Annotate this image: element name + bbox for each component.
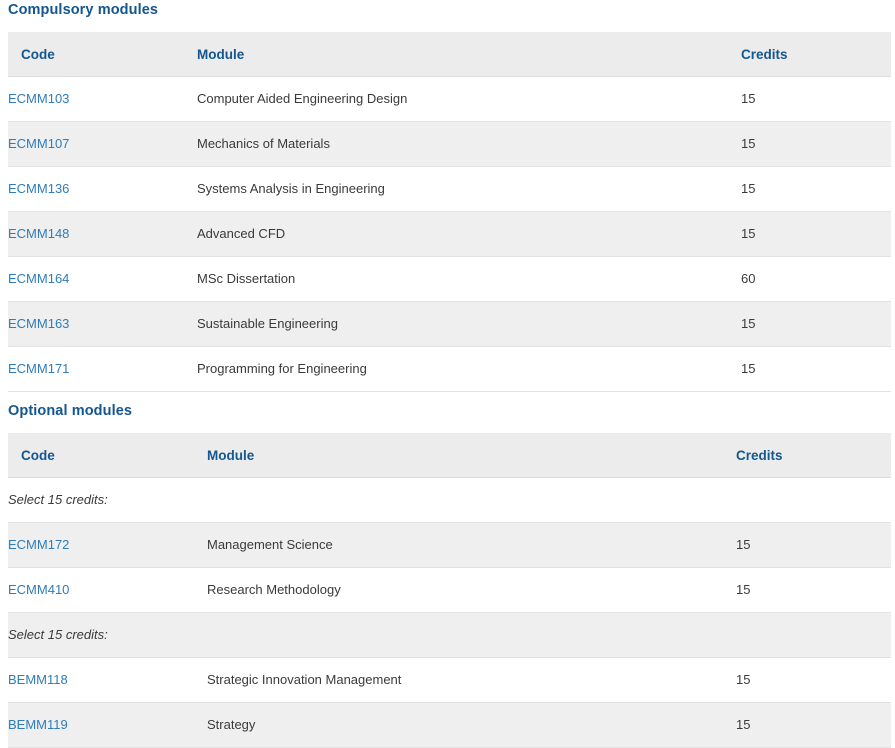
- column-header-code: Code: [8, 433, 207, 478]
- module-code-link[interactable]: BEMM118: [8, 672, 68, 687]
- column-header-credits: Credits: [736, 433, 891, 478]
- table-row: ECMM164 MSc Dissertation 60: [8, 256, 891, 302]
- table-row: ECMM171 Programming for Engineering 15: [8, 346, 891, 392]
- module-code-link[interactable]: ECMM410: [8, 582, 69, 597]
- module-code-link[interactable]: BEMM119: [8, 717, 68, 732]
- module-credits-cell: 15: [736, 567, 891, 613]
- selection-note-text: Select 15 credits:: [8, 477, 207, 523]
- module-credits-cell: 15: [736, 522, 891, 568]
- empty-cell: [736, 612, 891, 658]
- empty-cell: [736, 477, 891, 523]
- module-title-cell: Systems Analysis in Engineering: [197, 166, 741, 212]
- table-row: BEMM119 Strategy 15: [8, 702, 891, 748]
- module-code-cell: ECMM163: [8, 301, 197, 347]
- module-title-cell: Advanced CFD: [197, 211, 741, 257]
- table-row: ECMM172 Management Science 15: [8, 522, 891, 568]
- module-code-cell: ECMM171: [8, 346, 197, 392]
- column-header-module: Module: [207, 433, 736, 478]
- module-tables-page: Compulsory modules Code Module Credits E…: [0, 0, 895, 748]
- compulsory-table-head: Code Module Credits: [8, 32, 891, 77]
- module-credits-cell: 15: [741, 301, 891, 347]
- compulsory-modules-table: Code Module Credits ECMM103 Computer Aide…: [8, 32, 891, 392]
- table-row: ECMM163 Sustainable Engineering 15: [8, 301, 891, 347]
- module-credits-cell: 60: [741, 256, 891, 302]
- module-code-link[interactable]: ECMM148: [8, 226, 69, 241]
- module-code-link[interactable]: ECMM171: [8, 361, 69, 376]
- module-title-cell: Programming for Engineering: [197, 346, 741, 392]
- module-title-cell: Strategy: [207, 702, 736, 748]
- module-credits-cell: 15: [736, 657, 891, 703]
- selection-note-text: Select 15 credits:: [8, 612, 207, 658]
- module-credits-cell: 15: [741, 211, 891, 257]
- module-code-cell: ECMM136: [8, 166, 197, 212]
- module-code-cell: BEMM119: [8, 702, 207, 748]
- module-credits-cell: 15: [741, 346, 891, 392]
- module-code-cell: ECMM107: [8, 121, 197, 167]
- module-title-cell: Mechanics of Materials: [197, 121, 741, 167]
- module-code-cell: ECMM148: [8, 211, 197, 257]
- empty-cell: [207, 477, 736, 523]
- module-code-link[interactable]: ECMM163: [8, 316, 69, 331]
- module-credits-cell: 15: [741, 166, 891, 212]
- module-code-link[interactable]: ECMM107: [8, 136, 69, 151]
- table-header-row: Code Module Credits: [8, 433, 891, 478]
- module-code-cell: ECMM164: [8, 256, 197, 302]
- column-header-module: Module: [197, 32, 741, 77]
- module-credits-cell: 15: [736, 702, 891, 748]
- optional-table-head: Code Module Credits: [8, 433, 891, 478]
- compulsory-table-body: ECMM103 Computer Aided Engineering Design…: [8, 76, 891, 392]
- optional-modules-table: Code Module Credits Select 15 credits: EC…: [8, 433, 891, 748]
- column-header-code: Code: [8, 32, 197, 77]
- table-row: ECMM136 Systems Analysis in Engineering 15: [8, 166, 891, 212]
- module-code-cell: BEMM118: [8, 657, 207, 703]
- module-title-cell: Sustainable Engineering: [197, 301, 741, 347]
- module-title-cell: Computer Aided Engineering Design: [197, 76, 741, 122]
- empty-cell: [207, 612, 736, 658]
- compulsory-modules-heading: Compulsory modules: [8, 2, 159, 18]
- table-header-row: Code Module Credits: [8, 32, 891, 77]
- module-credits-cell: 15: [741, 76, 891, 122]
- module-code-link[interactable]: ECMM172: [8, 537, 69, 552]
- table-row: ECMM148 Advanced CFD 15: [8, 211, 891, 257]
- module-title-cell: Management Science: [207, 522, 736, 568]
- module-code-link[interactable]: ECMM164: [8, 271, 69, 286]
- selection-note-row: Select 15 credits:: [8, 612, 891, 658]
- module-credits-cell: 15: [741, 121, 891, 167]
- module-title-cell: Research Methodology: [207, 567, 736, 613]
- module-code-cell: ECMM103: [8, 76, 197, 122]
- optional-table-body: Select 15 credits: ECMM172 Management Scie…: [8, 477, 891, 748]
- module-code-cell: ECMM172: [8, 522, 207, 568]
- table-row: ECMM410 Research Methodology 15: [8, 567, 891, 613]
- column-header-credits: Credits: [741, 32, 891, 77]
- table-row: ECMM107 Mechanics of Materials 15: [8, 121, 891, 167]
- table-row: ECMM103 Computer Aided Engineering Design…: [8, 76, 891, 122]
- module-title-cell: Strategic Innovation Management: [207, 657, 736, 703]
- module-title-cell: MSc Dissertation: [197, 256, 741, 302]
- optional-modules-heading: Optional modules: [8, 403, 133, 419]
- table-row: BEMM118 Strategic Innovation Management 15: [8, 657, 891, 703]
- module-code-cell: ECMM410: [8, 567, 207, 613]
- selection-note-row: Select 15 credits:: [8, 477, 891, 523]
- module-code-link[interactable]: ECMM136: [8, 181, 69, 196]
- module-code-link[interactable]: ECMM103: [8, 91, 69, 106]
